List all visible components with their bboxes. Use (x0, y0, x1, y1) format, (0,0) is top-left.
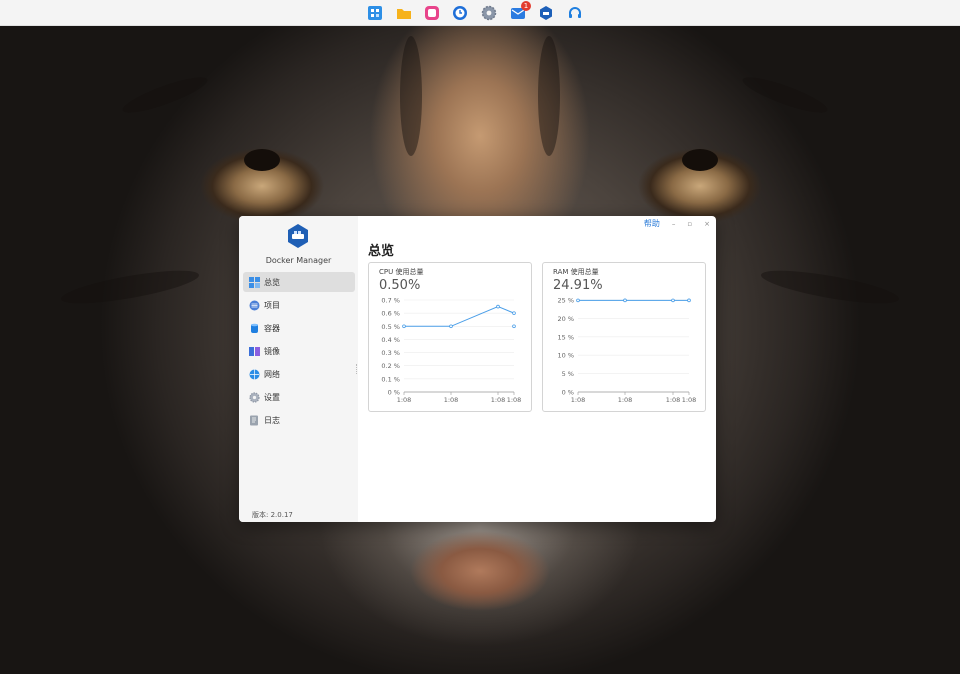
data-point (496, 304, 500, 309)
y-tick-label: 25 % (557, 297, 574, 305)
image-icon (249, 346, 260, 357)
cpu-usage-chart: 0 %0.1 %0.2 %0.3 %0.4 %0.5 %0.6 %0.7 %1:… (381, 297, 522, 405)
maximize-button[interactable]: ▫ (687, 220, 692, 228)
x-tick-label: 1:08 (666, 396, 681, 404)
minimize-button[interactable]: – (672, 220, 676, 228)
x-tick-label: 1:08 (507, 396, 522, 404)
x-tick-label: 1:08 (618, 396, 633, 404)
docker-manager-window: Docker Manager 总览 项目 容器 镜像 网络 设置 日志 版本: … (239, 216, 716, 522)
data-point (512, 311, 516, 315)
y-tick-label: 0.5 % (381, 323, 400, 331)
y-tick-label: 10 % (557, 352, 574, 360)
folder-icon[interactable] (396, 5, 412, 21)
sidebar-item-image[interactable]: 镜像 (243, 341, 355, 361)
sidebar-item-project[interactable]: 项目 (243, 295, 355, 315)
cpu-usage-card: CPU 使用总量 0.50% 0 % 0.1 % 0.2 % 0.3 % 0.4 % 0.… (368, 262, 532, 412)
data-point (512, 324, 516, 329)
photos-icon[interactable] (424, 5, 440, 21)
sidebar-item-log[interactable]: 日志 (243, 410, 355, 430)
log-icon (249, 415, 260, 426)
y-tick-label: 0.7 % (381, 297, 400, 305)
y-tick-label: 15 % (557, 333, 574, 341)
headset-icon[interactable] (567, 5, 583, 21)
sidebar-item-label: 设置 (264, 392, 280, 402)
docker-icon[interactable] (538, 5, 554, 21)
window-controls: 帮助 – ▫ × (644, 218, 710, 229)
sidebar-item-label: 网络 (264, 369, 280, 379)
container-icon (249, 323, 260, 334)
clock-icon[interactable] (452, 5, 468, 21)
sidebar-item-network[interactable]: 网络 (243, 364, 355, 384)
sidebar-item-label: 项目 (264, 300, 280, 310)
data-point (687, 298, 691, 303)
x-tick-label: 1:08 (444, 396, 459, 404)
app-name: Docker Manager (265, 256, 332, 265)
app-grid-icon[interactable] (367, 5, 383, 21)
network-icon (249, 369, 260, 380)
gear-icon[interactable] (481, 5, 497, 21)
series-line (404, 306, 515, 327)
ram-usage-card: RAM 使用总量 24.91% 0 % 5 % 10 % 15 % 20 % 25 % 1:… (542, 262, 706, 412)
ram-usage-chart: 0 %5 %10 %15 %20 %25 %1:08 1:08 1:08 1:08 (557, 297, 697, 405)
y-tick-label: 0.4 % (381, 336, 400, 344)
docker-logo-icon (286, 223, 310, 249)
data-point (402, 324, 406, 329)
app-version: 版本: 2.0.17 (252, 511, 293, 519)
sidebar: Docker Manager 总览 项目 容器 镜像 网络 设置 日志 版本: … (239, 216, 358, 522)
project-icon (249, 300, 260, 311)
sidebar-item-label: 镜像 (264, 346, 280, 356)
sidebar-item-label: 总览 (264, 277, 280, 287)
y-tick-label: 20 % (557, 315, 574, 323)
y-tick-label: 0.3 % (381, 349, 400, 357)
y-tick-label: 0.2 % (381, 362, 400, 370)
x-tick-label: 1:08 (682, 396, 697, 404)
x-tick-label: 1:08 (397, 396, 412, 404)
sidebar-item-overview[interactable]: 总览 (243, 272, 355, 292)
sidebar-item-container[interactable]: 容器 (243, 318, 355, 338)
help-link[interactable]: 帮助 (644, 218, 660, 229)
top-dock: 1 (0, 0, 960, 26)
page-title: 总览 (368, 244, 395, 259)
y-tick-label: 0.1 % (381, 375, 400, 383)
overview-icon (249, 276, 260, 288)
close-button[interactable]: × (704, 220, 710, 228)
sidebar-item-label: 日志 (264, 415, 280, 425)
data-point (671, 298, 675, 303)
mail-badge: 1 (521, 1, 531, 11)
data-point (449, 324, 453, 329)
x-tick-label: 1:08 (491, 396, 506, 404)
sidebar-resize-handle[interactable] (356, 364, 358, 374)
x-tick-label: 1:08 (571, 396, 586, 404)
sidebar-item-settings[interactable]: 设置 (243, 387, 355, 407)
y-tick-label: 0.6 % (381, 310, 400, 318)
mail-icon[interactable]: 1 (510, 1, 531, 21)
data-point (623, 298, 627, 303)
y-tick-label: 5 % (562, 370, 574, 378)
data-point (576, 298, 580, 303)
settings-icon (249, 391, 260, 403)
sidebar-item-label: 容器 (264, 323, 280, 333)
